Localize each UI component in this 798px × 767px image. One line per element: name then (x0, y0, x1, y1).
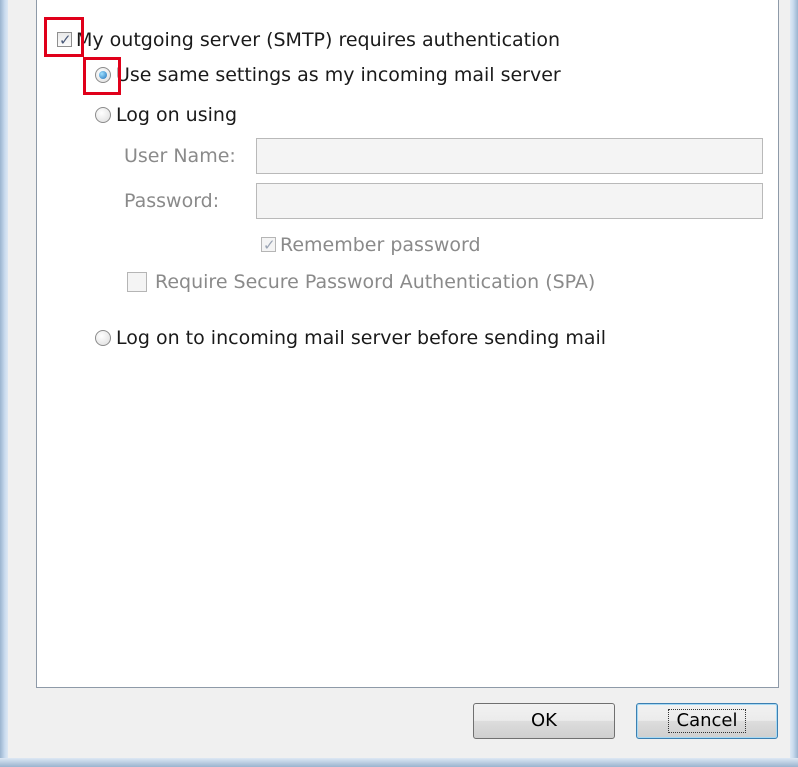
smtp-auth-label: My outgoing server (SMTP) requires authe… (76, 28, 561, 51)
window-frame-left (0, 0, 8, 767)
require-spa-label: Require Secure Password Authentication (… (155, 270, 596, 293)
require-spa-row[interactable]: Require Secure Password Authentication (… (127, 270, 595, 293)
highlight-box-checkbox (44, 17, 84, 57)
log-on-using-radio[interactable] (95, 106, 111, 123)
smtp-auth-row[interactable]: ✓ My outgoing server (SMTP) requires auth… (57, 28, 560, 51)
log-on-using-label: Log on using (116, 103, 238, 126)
password-label: Password: (124, 190, 220, 212)
user-name-input[interactable] (256, 138, 763, 174)
checkmark-icon: ✓ (263, 236, 276, 254)
user-name-label: User Name: (124, 145, 236, 167)
window-frame-right (790, 0, 798, 767)
require-spa-checkbox[interactable] (127, 271, 147, 292)
log-on-incoming-first-radio[interactable] (95, 329, 111, 346)
password-input[interactable] (256, 183, 763, 219)
use-same-settings-label: Use same settings as my incoming mail se… (116, 63, 561, 86)
remember-password-checkbox[interactable]: ✓ (261, 236, 276, 254)
remember-password-label: Remember password (280, 233, 481, 256)
ok-button[interactable]: OK (473, 703, 615, 739)
window-frame-bottom (0, 758, 798, 767)
cancel-button[interactable]: Cancel (636, 703, 778, 739)
cancel-button-label: Cancel (667, 709, 747, 733)
log-on-using-option[interactable]: Log on using (95, 103, 237, 126)
remember-password-row[interactable]: ✓ Remember password (261, 233, 481, 256)
use-same-settings-option[interactable]: Use same settings as my incoming mail se… (95, 63, 561, 86)
log-on-incoming-first-option[interactable]: Log on to incoming mail server before se… (95, 326, 606, 349)
highlight-box-radio (83, 57, 121, 95)
log-on-incoming-first-label: Log on to incoming mail server before se… (116, 326, 607, 349)
